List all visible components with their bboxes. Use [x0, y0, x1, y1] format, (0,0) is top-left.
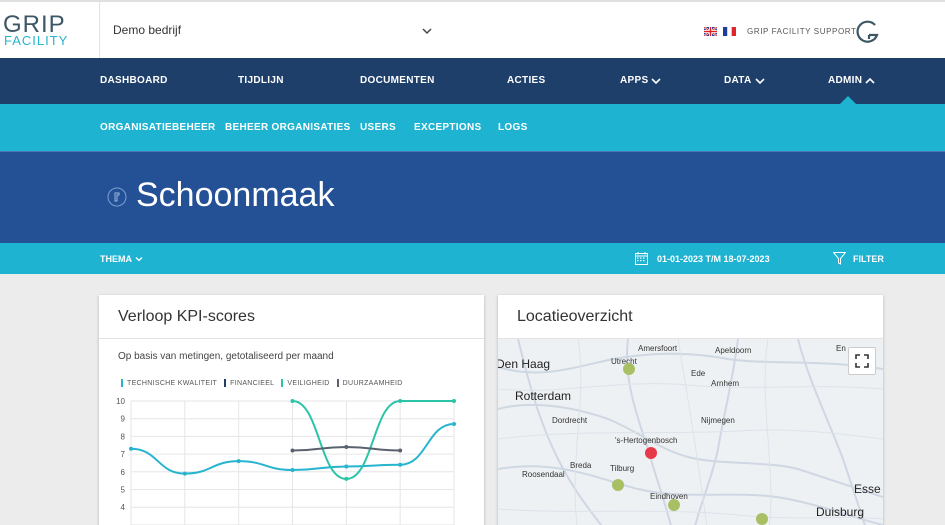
legend-item[interactable]: TECHNISCHE KWALITEIT	[121, 379, 217, 387]
data-point	[290, 399, 295, 403]
legend-label: VEILIGHEID	[287, 379, 330, 387]
data-point	[452, 399, 456, 403]
card-title: Locatieoverzicht	[517, 308, 633, 325]
data-point	[344, 476, 349, 481]
nav-label: DASHBOARD	[100, 75, 168, 86]
nav-documenten[interactable]: DOCUMENTEN	[360, 75, 435, 86]
data-point	[129, 446, 133, 451]
primary-nav: DASHBOARD TIJDLIJN DOCUMENTEN ACTIES APP…	[0, 58, 945, 104]
nav-label: ACTIES	[507, 75, 546, 86]
data-point	[344, 464, 349, 469]
active-nav-caret	[840, 96, 856, 104]
card-subtitle: Op basis van metingen, getotaliseerd per…	[118, 351, 334, 362]
fullscreen-button[interactable]	[848, 347, 876, 375]
filter-bar: THEMA 01-01-2023 T/M 18-07-2023 FILTER	[0, 243, 945, 274]
fullscreen-icon	[855, 354, 869, 368]
data-point	[398, 448, 403, 453]
y-tick-label: 4	[121, 503, 126, 512]
filter-label: FILTER	[853, 253, 884, 264]
theme-icon	[107, 187, 127, 207]
y-tick-label: 8	[121, 432, 126, 441]
calendar-icon	[635, 252, 648, 265]
data-point	[236, 459, 241, 464]
y-tick-label: 5	[121, 486, 126, 495]
legend-swatch	[336, 379, 339, 387]
data-point	[182, 471, 187, 476]
logo-text-facility: FACILITY	[4, 33, 69, 48]
nav-label: DOCUMENTEN	[360, 75, 435, 86]
admin-subnav: ORGANISATIEBEHEER BEHEER ORGANISATIES US…	[0, 104, 945, 151]
data-point	[290, 468, 295, 473]
nav-data[interactable]: DATA	[724, 75, 765, 86]
nav-admin[interactable]: ADMIN	[828, 75, 875, 86]
uk-flag-icon[interactable]	[704, 27, 717, 36]
language-flags	[704, 27, 736, 36]
legend-item[interactable]: DUURZAAMHEID	[336, 379, 403, 387]
location-marker[interactable]	[756, 513, 768, 525]
location-map[interactable]: Den Haag Utrecht Amersfoort Apeldoorn En…	[498, 339, 883, 525]
subnav-logs[interactable]: LOGS	[498, 122, 528, 133]
top-bar: GRIP FACILITY Demo bedrijf GRIP FACILITY…	[0, 0, 945, 60]
card-title: Verloop KPI-scores	[118, 308, 255, 325]
funnel-icon	[833, 252, 846, 265]
thema-label: THEMA	[100, 254, 132, 264]
subnav-organisatiebeheer[interactable]: ORGANISATIEBEHEER	[100, 122, 215, 133]
nav-label: APPS	[620, 75, 649, 86]
legend-item[interactable]: FINANCIEEL	[224, 379, 274, 387]
subnav-beheer-organisaties[interactable]: BEHEER ORGANISATIES	[225, 122, 351, 133]
nav-label: DATA	[724, 75, 752, 86]
nav-tijdlijn[interactable]: TIJDLIJN	[238, 75, 284, 86]
filter-button[interactable]: FILTER	[833, 252, 884, 265]
y-tick-label: 7	[121, 450, 126, 459]
data-point	[398, 462, 403, 467]
data-point	[344, 445, 349, 450]
location-marker-alert[interactable]	[645, 447, 657, 459]
y-tick-label: 10	[116, 397, 125, 406]
kpi-card: Verloop KPI-scores Op basis van metingen…	[99, 295, 484, 525]
legend-swatch	[224, 379, 227, 387]
legend-swatch	[121, 379, 123, 387]
grip-facility-logo[interactable]: GRIP FACILITY	[0, 2, 100, 60]
y-tick-label: 6	[121, 468, 126, 477]
page-title: Schoonmaak	[136, 176, 335, 214]
nav-label: TIJDLIJN	[238, 75, 284, 86]
legend-label: TECHNISCHE KWALITEIT	[127, 379, 218, 387]
map-card: Locatieoverzicht Den Haag Utrecht Amersf…	[498, 295, 883, 525]
nav-apps[interactable]: APPS	[620, 75, 662, 86]
nav-label: ADMIN	[828, 75, 863, 86]
legend-item[interactable]: VEILIGHEID	[281, 379, 329, 387]
map-markers	[612, 363, 768, 525]
legend-label: DUURZAAMHEID	[342, 379, 403, 387]
data-point	[452, 422, 456, 427]
support-link[interactable]: GRIP FACILITY SUPPORT	[747, 27, 857, 36]
legend-swatch	[281, 379, 284, 387]
page-hero: Schoonmaak	[0, 151, 945, 243]
date-range-picker[interactable]: 01-01-2023 T/M 18-07-2023	[635, 252, 770, 265]
chart-legend: TECHNISCHE KWALITEIT FINANCIEEL VEILIGHEID…	[121, 379, 403, 387]
grip-g-icon[interactable]	[856, 20, 880, 44]
legend-label: FINANCIEEL	[230, 379, 275, 387]
nav-acties[interactable]: ACTIES	[507, 75, 545, 86]
subnav-exceptions[interactable]: EXCEPTIONS	[414, 122, 481, 133]
chevron-down-icon	[754, 77, 765, 84]
chevron-down-icon	[135, 257, 143, 262]
french-flag-icon[interactable]	[723, 27, 736, 36]
thema-dropdown[interactable]: THEMA	[100, 254, 143, 264]
data-point	[290, 448, 295, 453]
card-divider	[99, 338, 484, 339]
nav-dashboard[interactable]: DASHBOARD	[100, 75, 168, 86]
location-marker[interactable]	[623, 363, 635, 375]
chevron-down-icon[interactable]	[420, 24, 434, 38]
location-marker[interactable]	[668, 499, 680, 511]
data-point	[398, 399, 403, 403]
chevron-up-icon	[865, 77, 875, 84]
y-tick-label: 9	[121, 415, 126, 424]
kpi-line-chart: 10 9 8 7 6 5 4	[116, 397, 456, 525]
location-marker[interactable]	[612, 479, 624, 491]
company-selector-label[interactable]: Demo bedrijf	[113, 23, 181, 37]
date-range-label: 01-01-2023 T/M 18-07-2023	[657, 253, 770, 264]
subnav-users[interactable]: USERS	[360, 122, 396, 133]
chevron-down-icon	[651, 77, 662, 84]
